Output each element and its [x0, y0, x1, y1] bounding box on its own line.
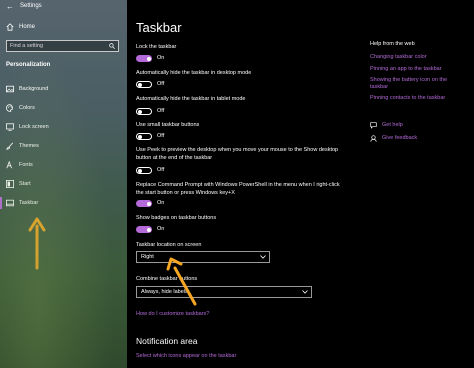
- palette-icon: [6, 104, 13, 112]
- sidebar-item-label: Background: [19, 86, 49, 92]
- toggle-knob: [138, 134, 142, 139]
- sidebar-item-fonts[interactable]: Fonts: [0, 157, 127, 173]
- give-feedback-label: Give feedback: [382, 135, 418, 141]
- sidebar-item-label: Lock screen: [19, 124, 49, 130]
- back-arrow-icon[interactable]: ←: [6, 2, 14, 12]
- active-indicator: [0, 197, 2, 209]
- taskbar-location-dropdown[interactable]: Right: [136, 251, 270, 263]
- toggle-knob: [138, 82, 142, 87]
- option-label-powershell: Replace Command Prompt with Windows Powe…: [136, 182, 340, 196]
- toggle-state: Off: [157, 167, 165, 173]
- picture-icon: [6, 85, 14, 93]
- toggle-knob: [147, 56, 151, 61]
- chevron-down-icon: [260, 255, 266, 259]
- search-placeholder: Find a setting: [10, 43, 44, 49]
- small-buttons-toggle[interactable]: [136, 133, 152, 140]
- brush-icon: [6, 142, 14, 150]
- sidebar-item-colors[interactable]: Colors: [0, 100, 127, 116]
- section-title: Personalization: [6, 62, 51, 68]
- toggle-knob: [138, 109, 142, 114]
- taskbar-location-label: Taskbar location on screen: [136, 242, 202, 248]
- toggle-state: On: [157, 226, 165, 232]
- search-icon: [109, 43, 115, 49]
- search-input[interactable]: Find a setting: [6, 40, 119, 52]
- notification-area-heading: Notification area: [136, 336, 198, 346]
- powershell-toggle[interactable]: [136, 200, 152, 207]
- toggle-knob: [147, 201, 151, 206]
- chat-help-icon: [370, 122, 377, 129]
- sidebar-item-label: Fonts: [19, 162, 33, 168]
- feedback-icon: [370, 135, 377, 142]
- help-link-pin-contacts[interactable]: Pinning contacts to the taskbar: [370, 95, 460, 102]
- title-bar: ← Settings: [0, 0, 127, 14]
- settings-sidebar: ← Settings Home Find a setting Personali…: [0, 0, 127, 368]
- option-label-lock-taskbar: Lock the taskbar: [136, 44, 177, 50]
- toggle-state: Off: [157, 108, 165, 114]
- help-title: Help from the web: [370, 41, 415, 47]
- sidebar-item-taskbar[interactable]: Taskbar: [0, 195, 127, 211]
- combine-buttons-label: Combine taskbar buttons: [136, 276, 198, 282]
- customize-taskbars-link[interactable]: How do I customize taskbars?: [136, 311, 209, 317]
- sidebar-item-start[interactable]: Start: [0, 176, 127, 192]
- dropdown-value: Always, hide labels: [141, 289, 188, 295]
- combine-buttons-dropdown[interactable]: Always, hide labels: [136, 286, 312, 298]
- option-label-badges: Show badges on taskbar buttons: [136, 215, 217, 221]
- toggle-state: Off: [157, 81, 165, 87]
- toggle-state: On: [157, 55, 165, 61]
- option-label-peek: Use Peek to preview the desktop when you…: [136, 147, 339, 161]
- notification-icons-link[interactable]: Select which icons appear on the taskbar: [136, 353, 236, 359]
- peek-toggle[interactable]: [136, 167, 152, 174]
- nav-home-label: Home: [19, 24, 36, 30]
- toggle-knob: [138, 168, 142, 173]
- sidebar-item-lock-screen[interactable]: Lock screen: [0, 119, 127, 135]
- taskbar-icon: [6, 199, 14, 207]
- home-icon: [6, 23, 14, 31]
- help-link-taskbar-color[interactable]: Changing taskbar color: [370, 54, 460, 61]
- taskbar-settings-page: Taskbar Lock the taskbar On Automaticall…: [127, 0, 474, 368]
- font-icon: [6, 161, 12, 169]
- lock-screen-icon: [6, 123, 14, 131]
- sidebar-item-label: Start: [19, 181, 31, 187]
- sidebar-item-background[interactable]: Background: [0, 81, 127, 97]
- sidebar-item-themes[interactable]: Themes: [0, 138, 127, 154]
- toggle-state: Off: [157, 133, 165, 139]
- get-help-label: Get help: [382, 122, 403, 128]
- option-label-small-buttons: Use small taskbar buttons: [136, 122, 200, 128]
- sidebar-item-label: Colors: [19, 105, 35, 111]
- autohide-tablet-toggle[interactable]: [136, 108, 152, 115]
- option-label-autohide-desktop: Automatically hide the taskbar in deskto…: [136, 70, 252, 76]
- chevron-down-icon: [302, 290, 308, 294]
- help-link-battery-icon[interactable]: Showing the battery icon on the taskbar: [370, 77, 460, 91]
- autohide-desktop-toggle[interactable]: [136, 81, 152, 88]
- toggle-state: On: [157, 200, 165, 206]
- page-title: Taskbar: [136, 20, 182, 35]
- dropdown-value: Right: [141, 254, 154, 260]
- lock-taskbar-toggle[interactable]: [136, 55, 152, 62]
- sidebar-item-label: Taskbar: [19, 200, 39, 206]
- help-link-pin-app[interactable]: Pinning an app to the taskbar: [370, 66, 460, 73]
- app-title: Settings: [20, 3, 42, 9]
- annotation-arrow-icon: [28, 217, 46, 270]
- nav-home[interactable]: Home: [0, 20, 127, 34]
- toggle-knob: [147, 227, 151, 232]
- badges-toggle[interactable]: [136, 226, 152, 233]
- start-icon: [6, 180, 14, 188]
- option-label-autohide-tablet: Automatically hide the taskbar in tablet…: [136, 96, 246, 102]
- sidebar-item-label: Themes: [19, 143, 39, 149]
